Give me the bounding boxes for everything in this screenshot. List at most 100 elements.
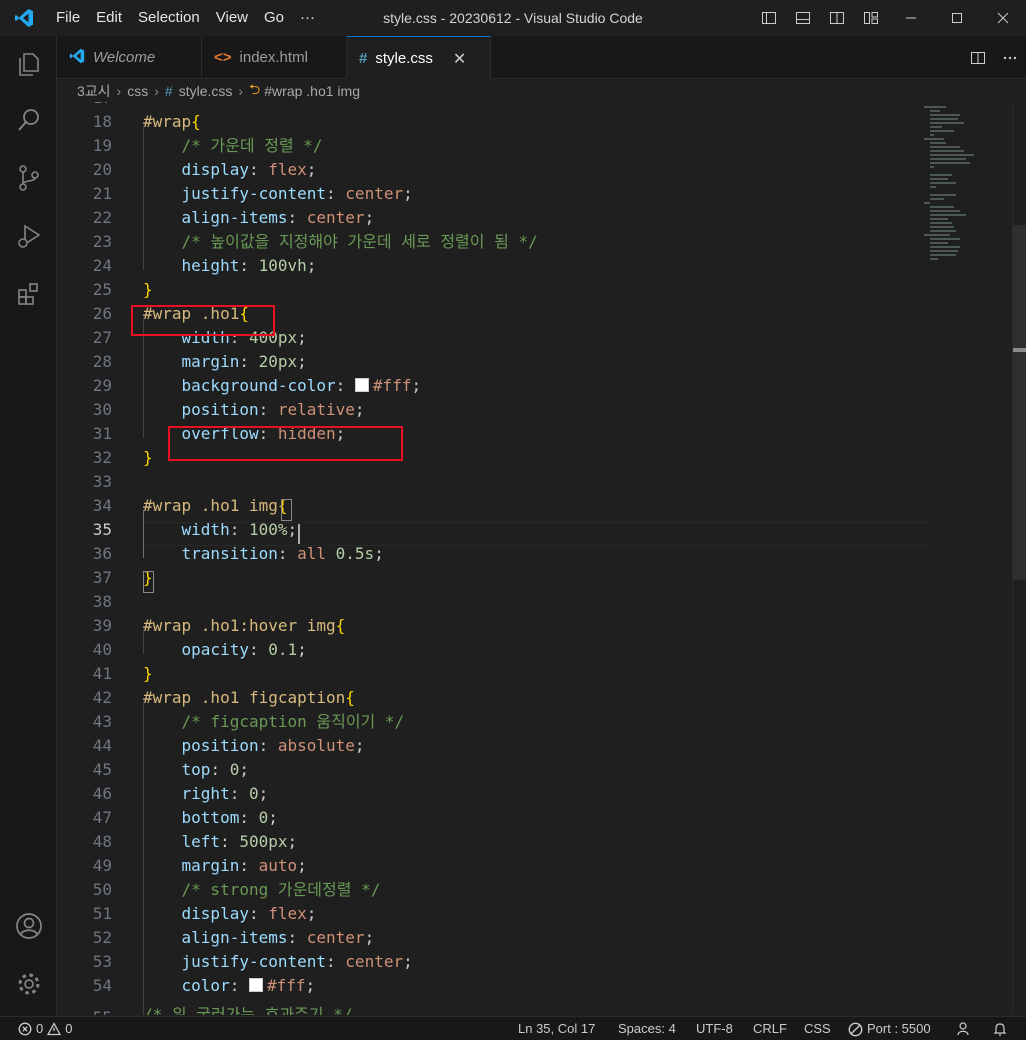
code-token: /* figcaption 움직이기 */ (143, 712, 405, 731)
breadcrumb-file[interactable]: style.css (179, 83, 233, 99)
live-server-port[interactable]: Port : 5500 (848, 1017, 931, 1040)
split-editor-icon[interactable] (962, 36, 994, 79)
minimap-line (930, 194, 956, 196)
minimap-line (930, 222, 952, 224)
menu-selection[interactable]: Selection (130, 0, 208, 36)
code-token: 500px (239, 832, 288, 851)
color-swatch[interactable] (248, 978, 263, 992)
code-token: /* strong 가운데정렬 */ (143, 880, 381, 899)
breadcrumb-folder[interactable]: css (127, 83, 148, 99)
line-number: 51 (92, 904, 112, 923)
cursor-position[interactable]: Ln 35, Col 17 (518, 1017, 595, 1040)
accounts-icon[interactable] (0, 902, 57, 950)
code-line: /* 높이값을 지정해야 가운데 세로 정렬이 됨 */ (143, 230, 538, 254)
editor-tabs: Welcome <> index.html # style.css ✕ (57, 36, 1026, 80)
code-token: height (181, 256, 240, 275)
code-token: color (181, 976, 230, 995)
code-token: #fff (372, 376, 412, 395)
code-token: ; (354, 400, 365, 419)
toggle-panel-icon[interactable] (786, 0, 820, 36)
code-token: justify-content (181, 952, 327, 971)
code-token: 100vh (258, 256, 307, 275)
code-token: #wrap .ho1 figcaption (143, 688, 346, 707)
close-window-icon[interactable] (980, 0, 1026, 36)
toggle-secondary-sidebar-icon[interactable] (820, 0, 854, 36)
minimap-line (930, 206, 954, 208)
code-line: position: relative; (143, 398, 365, 422)
problems-indicator[interactable]: 0 0 (18, 1017, 72, 1040)
breadcrumb-folder[interactable]: 3교시 (77, 81, 111, 101)
line-number: 55 (57, 1006, 112, 1015)
line-number: 45 (92, 760, 112, 779)
customize-layout-icon[interactable] (854, 0, 888, 36)
menu-edit[interactable]: Edit (88, 0, 130, 36)
code-token: align-items (181, 928, 288, 947)
minimap-line (924, 234, 950, 236)
line-number-gutter: 17 18 19 20 21 22 23 24 25 26 27 28 29 30 31 32 33 34 35 3… (57, 102, 117, 1015)
code-token: ; (364, 208, 375, 227)
menu-view[interactable]: View (208, 0, 256, 36)
code-content[interactable]: /* 위 굴러가는 효과주기 */ #wrap{ /* 가운데 정렬 */ di… (143, 102, 933, 1015)
encoding[interactable]: UTF-8 (696, 1017, 733, 1040)
code-token: : (248, 904, 269, 923)
line-number: 27 (92, 328, 112, 347)
indentation[interactable]: Spaces: 4 (618, 1017, 676, 1040)
scrollbar-thumb[interactable] (1013, 225, 1026, 580)
color-swatch[interactable] (354, 378, 369, 392)
search-icon[interactable] (0, 96, 57, 144)
code-token: 0 (258, 808, 269, 827)
run-debug-icon[interactable] (0, 212, 57, 260)
warning-icon (47, 1022, 62, 1036)
code-line: height: 100vh; (143, 254, 317, 278)
language-mode[interactable]: CSS (804, 1017, 831, 1040)
minimap-line (930, 210, 960, 212)
more-actions-icon[interactable] (994, 36, 1026, 79)
source-control-icon[interactable] (0, 154, 57, 202)
line-number: 28 (92, 352, 112, 371)
menu-file[interactable]: File (48, 0, 88, 36)
tab-index-html[interactable]: <> index.html (202, 36, 347, 79)
line-number: 30 (92, 400, 112, 419)
code-token: transition (181, 544, 278, 563)
error-icon (18, 1022, 32, 1036)
minimap-line (924, 138, 944, 140)
tab-style-css[interactable]: # style.css ✕ (347, 36, 491, 80)
code-line: margin: auto; (143, 854, 307, 878)
code-line: transition: all 0.5s; (143, 542, 384, 566)
breadcrumb-symbol[interactable]: #wrap .ho1 img (264, 83, 360, 99)
code-token: : (335, 376, 355, 395)
menu-more[interactable]: ··· (292, 0, 323, 36)
manage-gear-icon[interactable] (0, 960, 57, 1008)
minimap-line (930, 254, 956, 256)
line-number: 36 (92, 544, 112, 563)
line-number: 24 (92, 256, 112, 275)
code-token: ; (306, 160, 317, 179)
toggle-primary-sidebar-icon[interactable] (752, 0, 786, 36)
minimize-icon[interactable] (888, 0, 934, 36)
line-ending[interactable]: CRLF (753, 1017, 787, 1040)
code-token: width (181, 520, 230, 539)
code-line: /* figcaption 움직이기 */ (143, 710, 405, 734)
css-icon: # (359, 50, 368, 67)
extensions-icon[interactable] (0, 270, 57, 318)
tab-welcome[interactable]: Welcome (57, 36, 202, 79)
maximize-icon[interactable] (934, 0, 980, 36)
minimap[interactable] (922, 102, 1012, 282)
menu-go[interactable]: Go (256, 0, 292, 36)
code-editor[interactable]: 17 18 19 20 21 22 23 24 25 26 27 28 29 30 31 32 33 34 35 3… (57, 102, 1026, 1015)
tab-label: Welcome (93, 49, 156, 66)
code-line: justify-content: center; (143, 182, 413, 206)
notifications-bell-icon[interactable] (992, 1017, 1008, 1040)
minimap-line (930, 126, 942, 128)
vertical-scrollbar[interactable] (1012, 102, 1026, 1015)
close-tab-icon[interactable]: ✕ (453, 49, 466, 69)
code-line: /* 위 굴러가는 효과주기 */ (143, 1005, 353, 1015)
explorer-icon[interactable] (0, 40, 57, 88)
minimap-line (930, 154, 974, 156)
accounts-feedback-icon[interactable] (956, 1017, 972, 1040)
